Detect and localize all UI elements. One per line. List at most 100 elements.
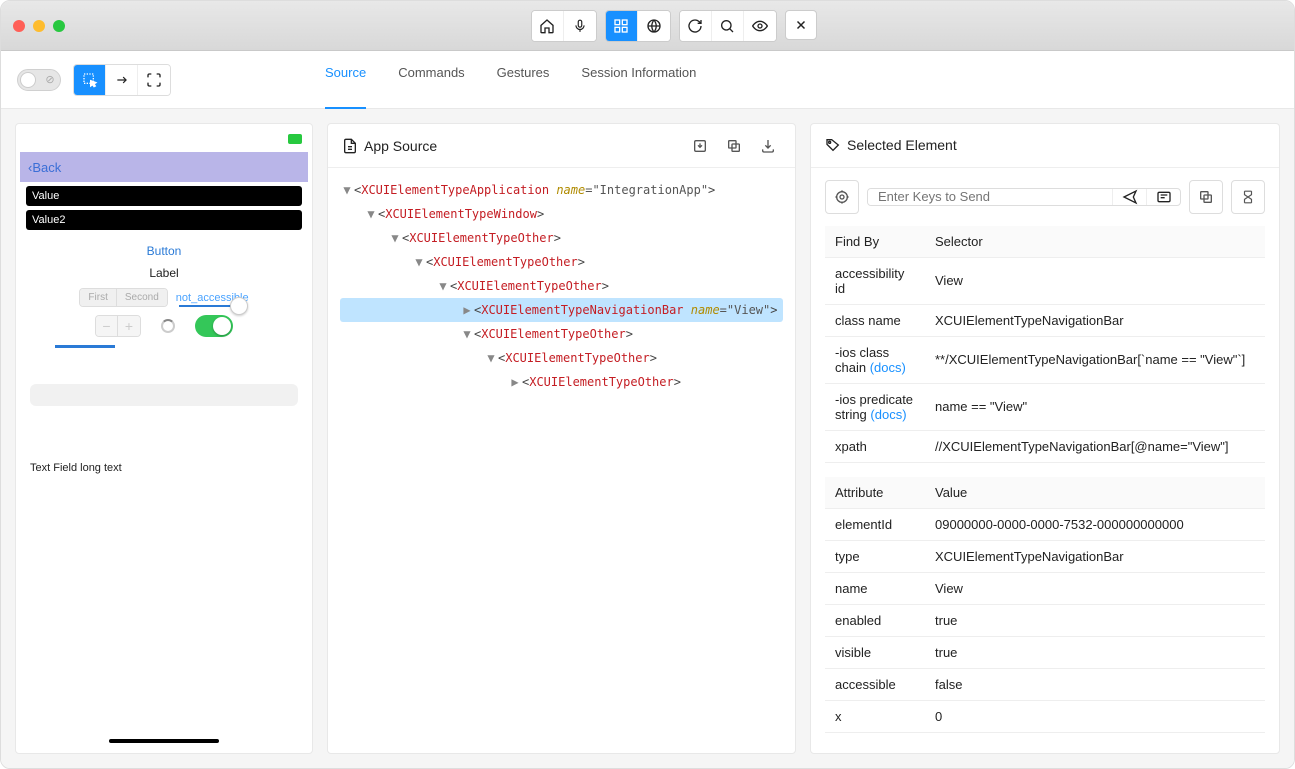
sub-toolbar: ⊘ Source Commands Gestures — [1, 51, 1294, 109]
mic-button[interactable] — [564, 11, 596, 41]
mjpeg-toggle[interactable]: ⊘ — [17, 69, 61, 91]
close-window-button[interactable] — [13, 20, 25, 32]
tag-icon — [825, 137, 841, 153]
attr-value: XCUIElementTypeNavigationBar — [925, 540, 1265, 572]
attr-key: name — [825, 572, 925, 604]
toggle-off-icon: ⊘ — [42, 72, 58, 88]
tree-caret-icon[interactable]: ▶ — [460, 303, 474, 317]
tree-caret-icon[interactable]: ▼ — [388, 231, 402, 245]
locator-findby: accessibility id — [825, 257, 925, 304]
progress-bar — [55, 345, 115, 348]
search-button[interactable] — [712, 11, 744, 41]
refresh-button[interactable] — [680, 11, 712, 41]
docs-link[interactable]: (docs) — [870, 407, 906, 422]
text-value-2[interactable]: Value2 — [26, 210, 302, 230]
tab-session-info[interactable]: Session Information — [581, 65, 696, 94]
stepper-control[interactable]: −+ — [95, 315, 141, 337]
segment-second[interactable]: Second — [117, 289, 167, 306]
nav-bar-highlight[interactable]: ‹ Back — [20, 152, 308, 182]
back-button[interactable]: ‹ Back — [28, 160, 61, 175]
tree-caret-icon[interactable]: ▼ — [484, 351, 498, 365]
locator-findby: xpath — [825, 430, 925, 462]
attr-value: View — [925, 572, 1265, 604]
attribute-row: visibletrue — [825, 636, 1265, 668]
locator-findby: -ios predicate string (docs) — [825, 383, 925, 430]
segmented-control[interactable]: First Second — [79, 288, 167, 307]
titlebar-center-controls — [65, 10, 1282, 42]
swipe-tool[interactable] — [106, 65, 138, 95]
attr-key: accessible — [825, 668, 925, 700]
text-value-1[interactable]: Value — [26, 186, 302, 206]
segment-first[interactable]: First — [80, 289, 116, 306]
switch-control[interactable] — [195, 315, 233, 337]
tree-node[interactable]: ▼<XCUIElementTypeOther> — [340, 250, 783, 274]
tree-node-label: <XCUIElementTypeWindow> — [378, 207, 544, 221]
tree-caret-icon[interactable]: ▼ — [436, 279, 450, 293]
docs-link[interactable]: (docs) — [870, 360, 906, 375]
selected-element-panel: Selected Element — [810, 123, 1280, 754]
locator-selector: name == "View" — [925, 383, 1265, 430]
tree-caret-icon[interactable]: ▼ — [364, 207, 378, 221]
tree-node[interactable]: ▼<XCUIElementTypeWindow> — [340, 202, 783, 226]
titlebar — [1, 1, 1294, 51]
send-keys-input[interactable] — [868, 189, 1112, 205]
zoom-window-button[interactable] — [53, 20, 65, 32]
tree-node[interactable]: ▼<XCUIElementTypeOther> — [340, 274, 783, 298]
tree-node-label: <XCUIElementTypeOther> — [474, 327, 633, 341]
attribute-row: nameView — [825, 572, 1265, 604]
web-mode-button[interactable] — [638, 11, 670, 41]
copy-attributes-button[interactable] — [1189, 180, 1223, 214]
tree-caret-icon[interactable]: ▶ — [508, 375, 522, 389]
attr-header-value: Value — [925, 477, 1265, 509]
locator-row[interactable]: -ios class chain (docs)**/XCUIElementTyp… — [825, 336, 1265, 383]
tree-node[interactable]: ▶<XCUIElementTypeOther> — [340, 370, 783, 394]
tap-element-button[interactable] — [825, 180, 859, 214]
tree-node[interactable]: ▼<XCUIElementTypeOther> — [340, 322, 783, 346]
export-source-button[interactable] — [755, 133, 781, 159]
record-button[interactable] — [744, 11, 776, 41]
tree-node-label: <XCUIElementTypeOther> — [450, 279, 609, 293]
quit-session-button[interactable] — [785, 10, 817, 40]
locator-selector: **/XCUIElementTypeNavigationBar[`name ==… — [925, 336, 1265, 383]
tree-node-label: <XCUIElementTypeOther> — [402, 231, 561, 245]
tree-caret-icon[interactable]: ▼ — [460, 327, 474, 341]
tab-gestures[interactable]: Gestures — [497, 65, 550, 94]
preview-button[interactable]: Button — [20, 244, 308, 258]
locator-row[interactable]: -ios predicate string (docs)name == "Vie… — [825, 383, 1265, 430]
tap-coordinates-tool[interactable] — [138, 65, 170, 95]
home-button[interactable] — [532, 11, 564, 41]
app-source-panel: App Source ▼<XCUIElementTypeApplication … — [327, 123, 796, 754]
send-keys-button[interactable] — [1112, 189, 1146, 205]
attr-key: x — [825, 700, 925, 732]
download-source-button[interactable] — [687, 133, 713, 159]
get-timing-button[interactable] — [1231, 180, 1265, 214]
clear-element-button[interactable] — [1146, 189, 1180, 205]
select-element-tool[interactable] — [74, 65, 106, 95]
attribute-table: Attribute Value elementId09000000-0000-0… — [825, 477, 1265, 733]
tab-commands[interactable]: Commands — [398, 65, 464, 94]
text-field[interactable] — [30, 384, 298, 406]
native-mode-button[interactable] — [606, 11, 638, 41]
main-tabs: Source Commands Gestures Session Informa… — [325, 65, 696, 94]
locator-selector: //XCUIElementTypeNavigationBar[@name="Vi… — [925, 430, 1265, 462]
locator-row[interactable]: accessibility idView — [825, 257, 1265, 304]
attribute-row: accessiblefalse — [825, 668, 1265, 700]
locator-findby: class name — [825, 304, 925, 336]
app-source-title: App Source — [364, 138, 437, 154]
tree-node[interactable]: ▼<XCUIElementTypeOther> — [340, 226, 783, 250]
attr-value: 09000000-0000-0000-7532-000000000000 — [925, 508, 1265, 540]
tree-node[interactable]: ▼<XCUIElementTypeApplication name="Integ… — [340, 178, 783, 202]
tree-caret-icon[interactable]: ▼ — [412, 255, 426, 269]
copy-source-button[interactable] — [721, 133, 747, 159]
device-screenshot[interactable]: ‹ Back Value Value2 Button Label First S… — [20, 128, 308, 749]
tree-node[interactable]: ▼<XCUIElementTypeOther> — [340, 346, 783, 370]
traffic-lights — [13, 20, 65, 32]
locator-findby: -ios class chain (docs) — [825, 336, 925, 383]
locator-row[interactable]: class nameXCUIElementTypeNavigationBar — [825, 304, 1265, 336]
minimize-window-button[interactable] — [33, 20, 45, 32]
locator-row[interactable]: xpath//XCUIElementTypeNavigationBar[@nam… — [825, 430, 1265, 462]
tree-node[interactable]: ▶<XCUIElementTypeNavigationBar name="Vie… — [340, 298, 783, 322]
tab-source[interactable]: Source — [325, 65, 366, 109]
tree-caret-icon[interactable]: ▼ — [340, 183, 354, 197]
source-tree[interactable]: ▼<XCUIElementTypeApplication name="Integ… — [328, 168, 795, 404]
